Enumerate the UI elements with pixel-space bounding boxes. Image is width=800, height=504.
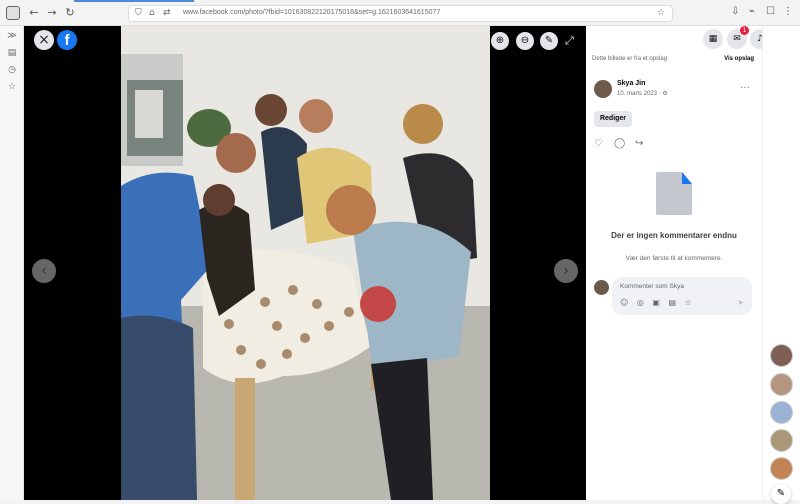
contact-avatar[interactable] <box>770 429 793 452</box>
download-icon[interactable]: ⇩ <box>731 6 739 17</box>
post-source-notice: Dette billede er fra et opslag Vis opsla… <box>592 56 754 68</box>
photo-image <box>121 26 490 500</box>
shield-icon[interactable]: ⛉ <box>135 8 142 18</box>
sidebar-toggle-icon[interactable]: ≫ <box>6 31 18 43</box>
contacts-sidebar: ✎ <box>762 26 800 504</box>
tab-overview-icon[interactable] <box>6 6 20 20</box>
chevron-right-icon: › <box>563 263 569 279</box>
comment-input[interactable]: Kommenter som Skya ☺ ◎ ▣ ▤ ☆ ➤ <box>612 277 752 315</box>
contact-avatar[interactable] <box>770 401 793 424</box>
notice-text: Dette billede er fra et opslag <box>592 56 668 62</box>
previous-photo-button[interactable]: ‹ <box>32 259 56 283</box>
facebook-logo[interactable]: f <box>57 30 77 50</box>
empty-comments-title: Der er ingen kommentarer endnu <box>611 231 737 240</box>
menu-icon[interactable]: ⋮ <box>783 6 793 17</box>
active-tab-indicator <box>74 0 194 2</box>
history-icon[interactable]: ◷ <box>6 65 18 77</box>
url-text[interactable]: www.facebook.com/photo/?fbid=10163082212… <box>183 9 440 16</box>
messenger-icon[interactable]: ✉ 1 <box>727 26 749 49</box>
lock-icon[interactable]: ⌂ <box>149 8 155 18</box>
panel-header: ▦ ✉ 1 ♪ <box>586 26 770 52</box>
contact-avatar[interactable] <box>770 457 793 480</box>
view-post-link[interactable]: Vis opslag <box>724 56 754 62</box>
tag-icon[interactable]: ✎ <box>540 32 558 50</box>
fullscreen-icon[interactable]: ⤢ <box>565 34 574 48</box>
document-fold-icon <box>682 172 692 184</box>
tabs-icon[interactable]: ▤ <box>6 48 18 60</box>
chevron-left-icon: ‹ <box>41 263 47 279</box>
share-icon[interactable]: ↪ <box>635 138 643 149</box>
comment-avatar[interactable] <box>594 280 609 295</box>
author-name[interactable]: Skya Jin <box>617 80 645 87</box>
page-info-icon[interactable]: ⇄ <box>163 8 171 18</box>
browser-sidebar: ≫ ▤ ◷ ☆ <box>0 26 24 500</box>
reload-icon[interactable]: ↻ <box>63 6 77 20</box>
photo-viewer: × f ⊕ ⊖ ✎ ⤢ ‹ › <box>24 26 586 500</box>
extensions-icon[interactable]: ☐ <box>766 6 775 17</box>
edit-button[interactable]: Rediger <box>594 111 632 127</box>
zoom-in-icon[interactable]: ⊕ <box>491 32 509 50</box>
comment-icon[interactable]: ◯ <box>614 138 625 149</box>
library-icon[interactable]: ⌁ <box>749 6 755 17</box>
compose-icon: ✎ <box>776 488 786 499</box>
group-photo <box>121 26 490 500</box>
post-date[interactable]: 10. marts 2023 · ⚙ <box>617 90 668 97</box>
new-message-button[interactable]: ✎ <box>771 484 791 504</box>
notification-badge: 1 <box>740 26 749 35</box>
contact-avatar[interactable] <box>770 373 793 396</box>
zoom-out-icon[interactable]: ⊖ <box>516 32 534 50</box>
comment-placeholder: Kommenter som Skya <box>620 283 684 290</box>
send-icon[interactable]: ➤ <box>737 298 744 307</box>
next-photo-button[interactable]: › <box>554 259 578 283</box>
more-options-icon[interactable]: ··· <box>740 82 750 93</box>
like-icon[interactable]: ♡ <box>594 138 603 149</box>
bookmark-star-icon[interactable]: ☆ <box>657 8 665 18</box>
photo-details-panel: ▦ ✉ 1 ♪ Dette billede er fra et opslag V… <box>586 26 793 500</box>
comment-tools-icons[interactable]: ☺ ◎ ▣ ▤ ☆ <box>620 298 695 307</box>
author-avatar[interactable] <box>594 80 612 98</box>
contact-avatar[interactable] <box>770 344 793 367</box>
back-icon[interactable]: ← <box>27 6 41 20</box>
close-icon: × <box>38 32 50 48</box>
close-button[interactable]: × <box>34 30 54 50</box>
apps-menu-icon[interactable]: ▦ <box>703 29 723 49</box>
empty-comments-subtitle: Vær den første til at kommentere. <box>625 255 723 262</box>
forward-icon[interactable]: → <box>45 6 59 20</box>
address-bar[interactable]: ⛉ ⌂ ⇄ www.facebook.com/photo/?fbid=10163… <box>128 5 673 22</box>
bookmarks-icon[interactable]: ☆ <box>6 82 18 94</box>
browser-toolbar: ← → ↻ ⛉ ⌂ ⇄ www.facebook.com/photo/?fbid… <box>0 0 800 26</box>
